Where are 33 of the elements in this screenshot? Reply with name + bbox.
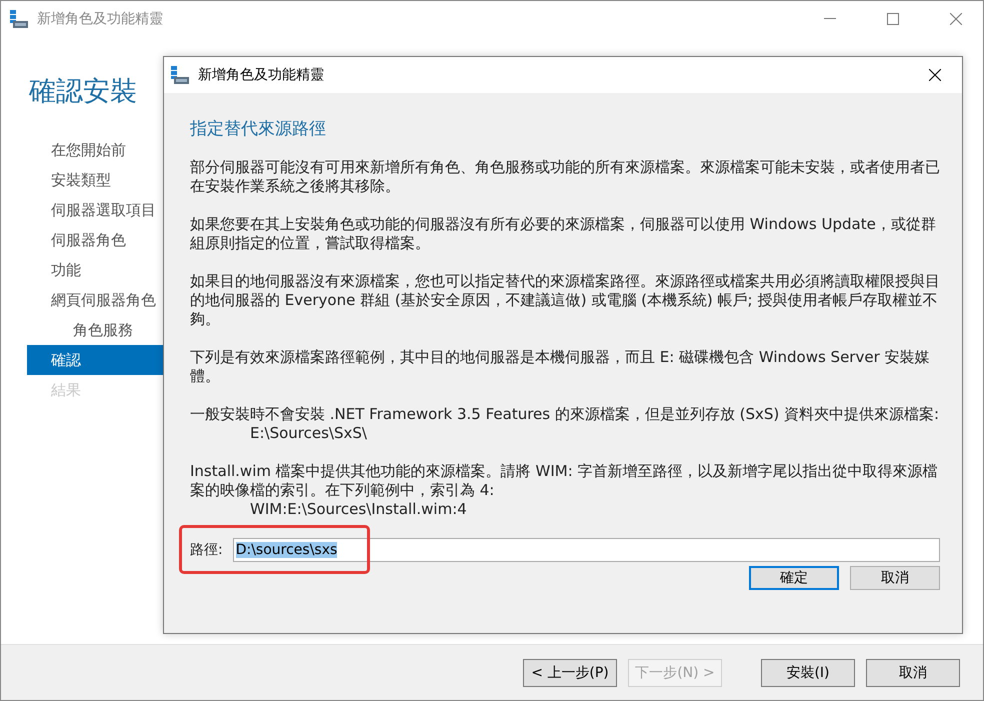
server-icon bbox=[170, 66, 190, 84]
dialog-title: 新增角色及功能精靈 bbox=[198, 66, 324, 84]
server-icon bbox=[9, 10, 29, 28]
wizard-step[interactable]: 伺服器角色 bbox=[27, 225, 164, 255]
wizard-step[interactable]: 安裝類型 bbox=[27, 165, 164, 195]
page-heading: 確認安裝 bbox=[28, 75, 137, 109]
wizard-button[interactable]: < 上一步(P) bbox=[523, 658, 617, 686]
paragraph: 下列是有效來源檔案路徑範例，其中目的地伺服器是本機伺服器，而且 E: 磁碟機包含 Windows Server 安裝媒體。 bbox=[190, 348, 931, 386]
paragraph: 如果目的地伺服器沒有來源檔案，您也可以指定替代的來源檔案路徑。來源路徑或檔案共用必須將讀取權限授與目的地伺服器的 Everyone 群組 (基於安全原因，不建議這做) 或電腦 (本機系統) 帳戶; 授與使用者帳戶存取權並不夠。 bbox=[190, 272, 940, 329]
paragraph: 一般安裝時不會安裝 .NET Framework 3.5 Features 的來源檔案，但是並列存放 (SxS) 資料夾中提供來源檔案: bbox=[190, 405, 940, 424]
minimize-icon bbox=[824, 18, 836, 20]
close-icon bbox=[950, 13, 962, 25]
path-label: 路徑: bbox=[190, 541, 223, 559]
paragraph: Install.wim 檔案中提供其他功能的來源檔案。請將 WIM: 字首新增至路徑，以及新增字尾以指出從中取得來源檔案的映像檔的索引。在下列範例中，索引為 4: bbox=[190, 462, 939, 500]
example-path: WIM:E:\Sources\Install.wim:4 bbox=[249, 500, 468, 519]
close-icon bbox=[928, 69, 940, 81]
path-field[interactable]: D:\sources\sxs bbox=[232, 538, 940, 562]
example-path: E:\Sources\SxS\ bbox=[249, 424, 368, 443]
wizard-step[interactable]: 確認 bbox=[27, 345, 164, 375]
wizard-step[interactable]: 功能 bbox=[27, 255, 164, 285]
wizard-button[interactable]: 安裝(I) bbox=[761, 658, 855, 686]
wizard-step[interactable]: 在您開始前 bbox=[27, 135, 164, 165]
wizard-button[interactable]: 取消 bbox=[866, 658, 960, 686]
wizard-step[interactable]: 網頁伺服器角色 bbox=[27, 285, 164, 315]
window-title: 新增角色及功能精靈 bbox=[37, 10, 163, 28]
paragraph: 如果您要在其上安裝角色或功能的伺服器沒有所有必要的來源檔案，伺服器可以使用 Windows Update，或從群組原則指定的位置，嘗試取得檔案。 bbox=[190, 215, 937, 253]
wizard-step[interactable]: 角色服務 bbox=[27, 315, 164, 345]
dialog-button[interactable]: 取消 bbox=[850, 566, 940, 590]
wizard-step[interactable]: 伺服器選取項目 bbox=[27, 195, 164, 225]
dialog-button[interactable]: 確定 bbox=[749, 566, 839, 590]
maximize-icon bbox=[886, 13, 898, 25]
dialog-heading: 指定替代來源路徑 bbox=[190, 118, 327, 140]
paragraph: 部分伺服器可能沒有可用來新增所有角色、角色服務或功能的所有來源檔案。來源檔案可能未安裝，或者使用者已在安裝作業系統之後將其移除。 bbox=[190, 158, 940, 196]
